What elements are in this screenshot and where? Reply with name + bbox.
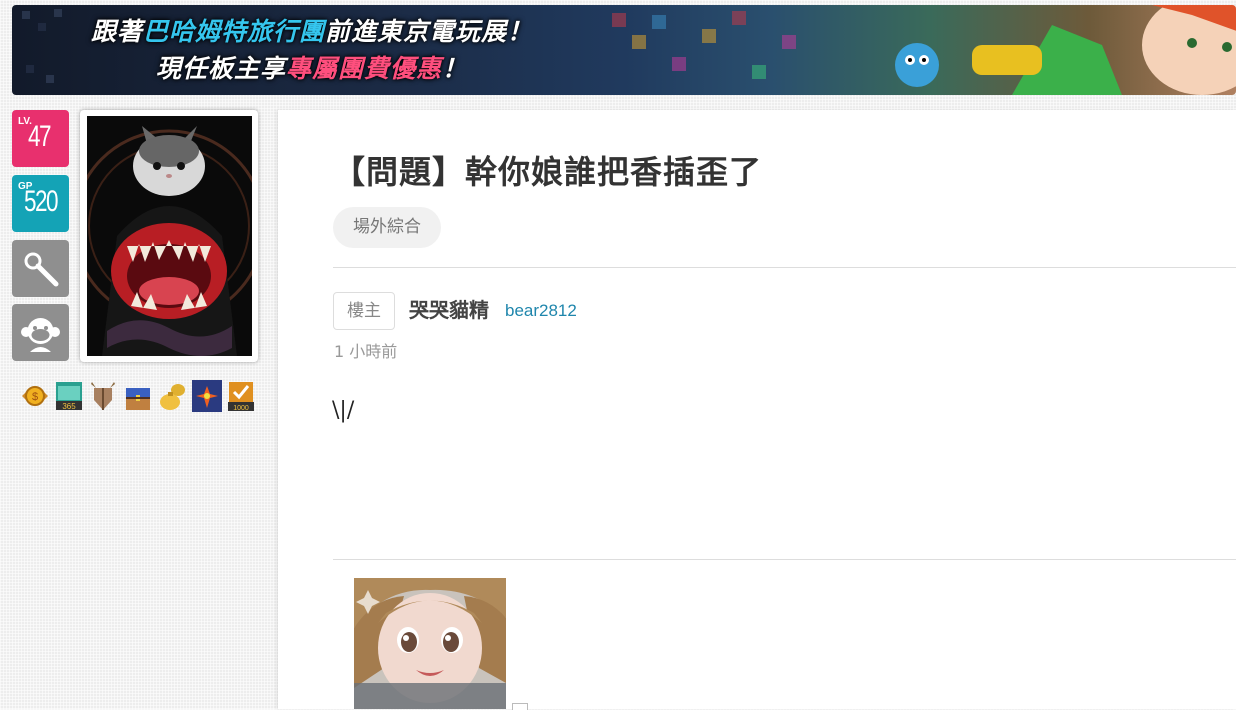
- svg-text:$: $: [32, 391, 38, 403]
- checkmark-1000-badge[interactable]: 1000: [226, 380, 256, 412]
- divider: [333, 267, 1236, 268]
- gp-value: 520: [24, 185, 59, 218]
- post-title: 【問題】幹你娘誰把香插歪了: [333, 153, 763, 191]
- calendar-365-badge[interactable]: 365: [54, 380, 84, 412]
- post-time: 1 小時前: [334, 342, 398, 361]
- coin-badge[interactable]: $: [20, 380, 50, 412]
- search-user-button[interactable]: [12, 240, 69, 297]
- banner-line-1: 跟著巴哈姆特旅行團前進東京電玩展！: [90, 17, 534, 46]
- magnifier-icon: [24, 252, 59, 287]
- avatar-image: [87, 116, 252, 356]
- svg-text:365: 365: [62, 402, 76, 411]
- monkey-icon: [21, 318, 60, 352]
- shield-badge[interactable]: [88, 380, 118, 412]
- banner-line-2: 現任板主享專屬團費優惠！: [155, 54, 469, 83]
- board-tag[interactable]: 場外綜合: [333, 207, 441, 248]
- author-name[interactable]: 哭哭貓精: [409, 296, 489, 324]
- user-avatar[interactable]: [80, 110, 258, 362]
- author-id[interactable]: bear2812: [505, 300, 577, 322]
- post-body: \|/: [332, 398, 355, 423]
- gp-badge[interactable]: GP 520: [12, 175, 69, 232]
- svg-text:1000: 1000: [233, 405, 249, 412]
- guild-button[interactable]: [12, 304, 69, 361]
- floor-tag: 樓主: [333, 292, 395, 330]
- banner-headline: 跟著巴哈姆特旅行團前進東京電玩展！ 現任板主享專屬團費優惠！: [12, 13, 612, 87]
- event-banner[interactable]: 跟著巴哈姆特旅行團前進東京電玩展！ 現任板主享專屬團費優惠！: [12, 5, 1236, 95]
- treasure-chest-badge[interactable]: [123, 380, 153, 412]
- achievement-badges: $ 365 1000: [20, 380, 260, 412]
- level-value: 47: [28, 120, 52, 153]
- fireworks-badge[interactable]: [192, 380, 222, 412]
- reply-avatar[interactable]: [354, 578, 506, 709]
- money-bag-badge[interactable]: [158, 380, 188, 412]
- level-badge[interactable]: LV. 47: [12, 110, 69, 167]
- divider: [333, 559, 1236, 560]
